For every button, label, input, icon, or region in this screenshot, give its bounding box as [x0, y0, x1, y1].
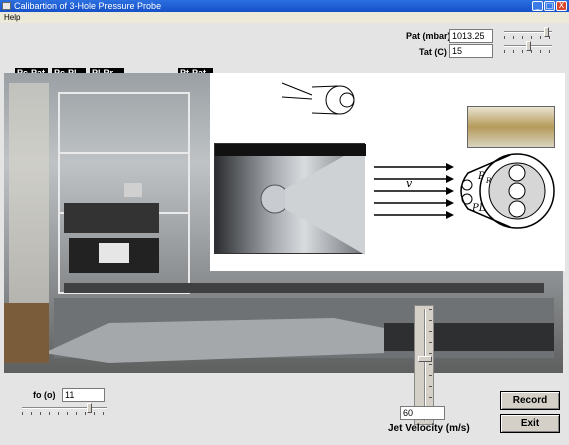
- pressure-right-label: P: [477, 171, 485, 182]
- jet-velocity-field[interactable]: 60: [400, 406, 445, 420]
- pat-slider[interactable]: [502, 27, 554, 41]
- pat-field[interactable]: 1013.25: [449, 29, 493, 43]
- probe-in-jet-photo: [214, 143, 366, 255]
- jet-velocity-label: Jet Velocity (m/s): [388, 423, 470, 434]
- menu-help[interactable]: Help: [4, 13, 20, 22]
- slider-thumb[interactable]: [87, 403, 92, 413]
- title-bar: Calibartion of 3-Hole Pressure Probe _ □…: [0, 0, 569, 12]
- tat-field[interactable]: 15: [449, 44, 493, 58]
- fo-label: fo (o): [33, 390, 56, 400]
- record-button[interactable]: Record: [500, 391, 560, 410]
- velocity-label: v: [406, 177, 413, 190]
- slider-thumb[interactable]: [544, 27, 549, 37]
- pat-label: Pat (mbar): [406, 31, 451, 41]
- close-button[interactable]: X: [556, 1, 567, 11]
- fo-field[interactable]: 11: [62, 388, 105, 402]
- menu-bar: Help: [0, 12, 569, 23]
- fo-slider[interactable]: [20, 403, 109, 417]
- pressure-left-label: PL: [471, 203, 486, 214]
- window-title: Calibartion of 3-Hole Pressure Probe: [14, 1, 162, 11]
- minimize-button[interactable]: _: [532, 1, 543, 11]
- slider-thumb[interactable]: [418, 356, 432, 362]
- tat-slider[interactable]: [502, 41, 554, 55]
- pressure-right-subscript: R: [485, 177, 492, 185]
- exit-button[interactable]: Exit: [500, 414, 560, 433]
- probe-tip-photo: [467, 106, 555, 148]
- tat-label: Tat (C): [419, 47, 447, 57]
- slider-thumb[interactable]: [526, 41, 531, 51]
- maximize-button[interactable]: □: [544, 1, 555, 11]
- main-panel: Pc-Pat 1934 Pc-Pl 468 Pl-Pr 1403 Pt-Pat …: [0, 23, 569, 445]
- app-icon: [2, 2, 11, 10]
